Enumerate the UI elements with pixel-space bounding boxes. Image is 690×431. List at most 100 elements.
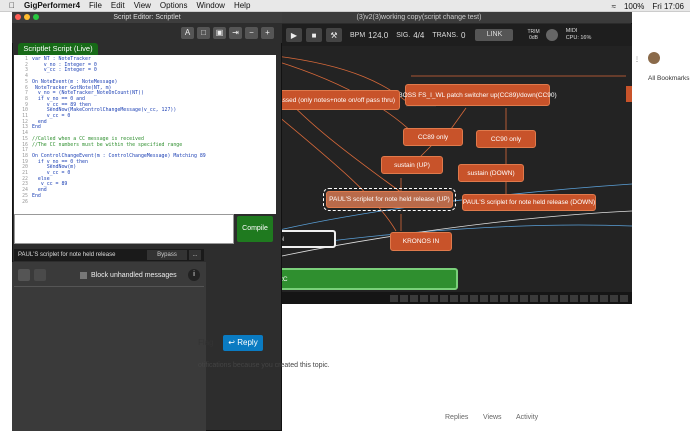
wrench-icon[interactable]: ⚒ (326, 28, 342, 42)
page-button[interactable] (390, 294, 398, 302)
sig-value[interactable]: 4/4 (413, 31, 424, 40)
tab-scriptlet-script[interactable]: Scriptlet Script (Live) (18, 43, 98, 55)
code-text: v_cc : Integer = 0 (32, 67, 97, 74)
line-number: 26 (22, 198, 28, 205)
node-boss-patch-switcher[interactable]: BOSS FS_I_WL patch switcher up(CC89)/dow… (398, 84, 557, 106)
page-button[interactable] (480, 294, 488, 302)
stat-replies: Replies (445, 414, 469, 421)
node-sustain-down[interactable]: sustain (DOWN) (458, 164, 524, 182)
battery-text[interactable]: 100% (624, 2, 644, 11)
menu-help[interactable]: Help (234, 1, 250, 10)
page-button[interactable] (420, 294, 428, 302)
menu-view[interactable]: View (134, 1, 151, 10)
block-row: Block unhandled messages i (14, 268, 204, 282)
stat-activity: Activity (516, 414, 539, 421)
node-kronos-in[interactable]: KRONOS IN (390, 232, 452, 251)
bookmarks-link[interactable]: All Bookmarks (648, 75, 690, 82)
page-button[interactable] (560, 294, 568, 302)
node-scriptlet-up[interactable]: PAUL'S scriplet for note held release (U… (323, 188, 456, 211)
trim-knob[interactable] (545, 29, 558, 41)
page-button[interactable] (400, 294, 408, 302)
menu-app[interactable]: GigPerformer4 (24, 1, 80, 10)
trim-label: TRIM 0dB (527, 29, 540, 41)
page-button[interactable] (610, 294, 618, 302)
block-checkbox[interactable] (80, 271, 87, 279)
page-button[interactable] (510, 294, 518, 302)
export-icon[interactable]: ⇥ (229, 27, 242, 39)
page-button[interactable] (590, 294, 598, 302)
node-scriptlet-down[interactable]: PAUL'S scriplet for note held release (D… (462, 194, 596, 211)
menu-options[interactable]: Options (160, 1, 188, 10)
avatar[interactable] (648, 52, 660, 64)
page-button[interactable] (600, 294, 608, 302)
compile-button[interactable]: Compile (237, 216, 273, 242)
trans-value[interactable]: 0 (461, 31, 465, 40)
node-edge[interactable] (626, 86, 632, 102)
menu-edit[interactable]: Edit (111, 1, 125, 10)
more-icon[interactable]: ⋮ (634, 56, 640, 63)
page-button[interactable] (580, 294, 588, 302)
status-area: ≈ 100% Fri 17:06 (612, 0, 684, 12)
minimize-icon[interactable] (24, 14, 30, 20)
bpm-label: BPM (350, 31, 366, 39)
play-icon[interactable]: ▶ (286, 28, 302, 42)
page-button[interactable] (500, 294, 508, 302)
node-note-pass[interactable]: assed (only notes+note on/off pass thru) (272, 90, 400, 110)
trans-label: TRANS. (432, 31, 459, 39)
menu-file[interactable]: File (89, 1, 102, 10)
page-button[interactable] (570, 294, 578, 302)
plugin-panel (12, 262, 206, 431)
page-button[interactable] (410, 294, 418, 302)
info-icon[interactable]: i (188, 269, 200, 281)
bypass-button[interactable]: Bypass (147, 250, 187, 260)
page-button[interactable] (430, 294, 438, 302)
page-button[interactable] (470, 294, 478, 302)
flag-button[interactable]: Flag (198, 335, 220, 351)
zoom-in-icon[interactable]: + (261, 27, 274, 39)
code-editor[interactable]: 1 var NT : NoteTracker 2 v_no : Integer = … (14, 55, 276, 214)
page-button[interactable] (530, 294, 538, 302)
block-label: Block unhandled messages (91, 271, 177, 279)
page-button[interactable] (550, 294, 558, 302)
midi-cpu: MIDI CPU: 16% (565, 28, 592, 41)
editor-toolbar: A □ ▣ ⇥ − + (12, 23, 282, 43)
page-button[interactable] (620, 294, 628, 302)
clock[interactable]: Fri 17:06 (652, 2, 684, 11)
bpm-value[interactable]: 124.0 (368, 31, 388, 40)
blank-icon[interactable] (34, 269, 46, 281)
page-button[interactable] (460, 294, 468, 302)
sig-label: SIG. (396, 31, 411, 39)
page-button[interactable] (490, 294, 498, 302)
compile-output (14, 214, 234, 244)
node-sustain-up[interactable]: sustain (UP) (381, 156, 443, 174)
divider (14, 286, 204, 287)
menu-window[interactable]: Window (197, 1, 225, 10)
menu-bar:  GigPerformer4 File Edit View Options W… (0, 0, 690, 12)
reply-button[interactable]: ↩ Reply (223, 335, 263, 351)
selected-plugin-bar: PAUL'S scriplet for note held release By… (14, 249, 204, 261)
node-cc90[interactable]: CC90 only (476, 130, 536, 148)
window-controls (15, 14, 39, 20)
page-button[interactable] (520, 294, 528, 302)
gp-toolbar: ▶ ■ ⚒ BPM 124.0 SIG. 4/4 TRANS. 0 LINK T… (282, 24, 632, 46)
save-icon[interactable]: ▣ (213, 27, 226, 39)
selected-plugin-name: PAUL'S scriplet for note held release (18, 252, 116, 258)
more-button[interactable]: ... (189, 250, 201, 260)
zoom-icon[interactable] (33, 14, 39, 20)
page-button[interactable] (450, 294, 458, 302)
node-cc89[interactable]: CC89 only (403, 128, 463, 146)
link-button[interactable]: LINK (475, 29, 514, 41)
open-icon[interactable]: □ (197, 27, 210, 39)
wifi-icon[interactable]: ≈ (612, 2, 616, 11)
font-size-icon[interactable]: A (181, 27, 194, 39)
code-text: End (32, 192, 41, 199)
page-button[interactable] (440, 294, 448, 302)
zoom-out-icon[interactable]: − (245, 27, 258, 39)
edit-icon[interactable] (18, 269, 30, 281)
stop-icon[interactable]: ■ (306, 28, 322, 42)
stat-views: Views (483, 414, 502, 421)
page-button[interactable] (540, 294, 548, 302)
code-line[interactable]: 26 (14, 198, 276, 206)
apple-icon[interactable]:  (9, 1, 15, 10)
close-icon[interactable] (15, 14, 21, 20)
